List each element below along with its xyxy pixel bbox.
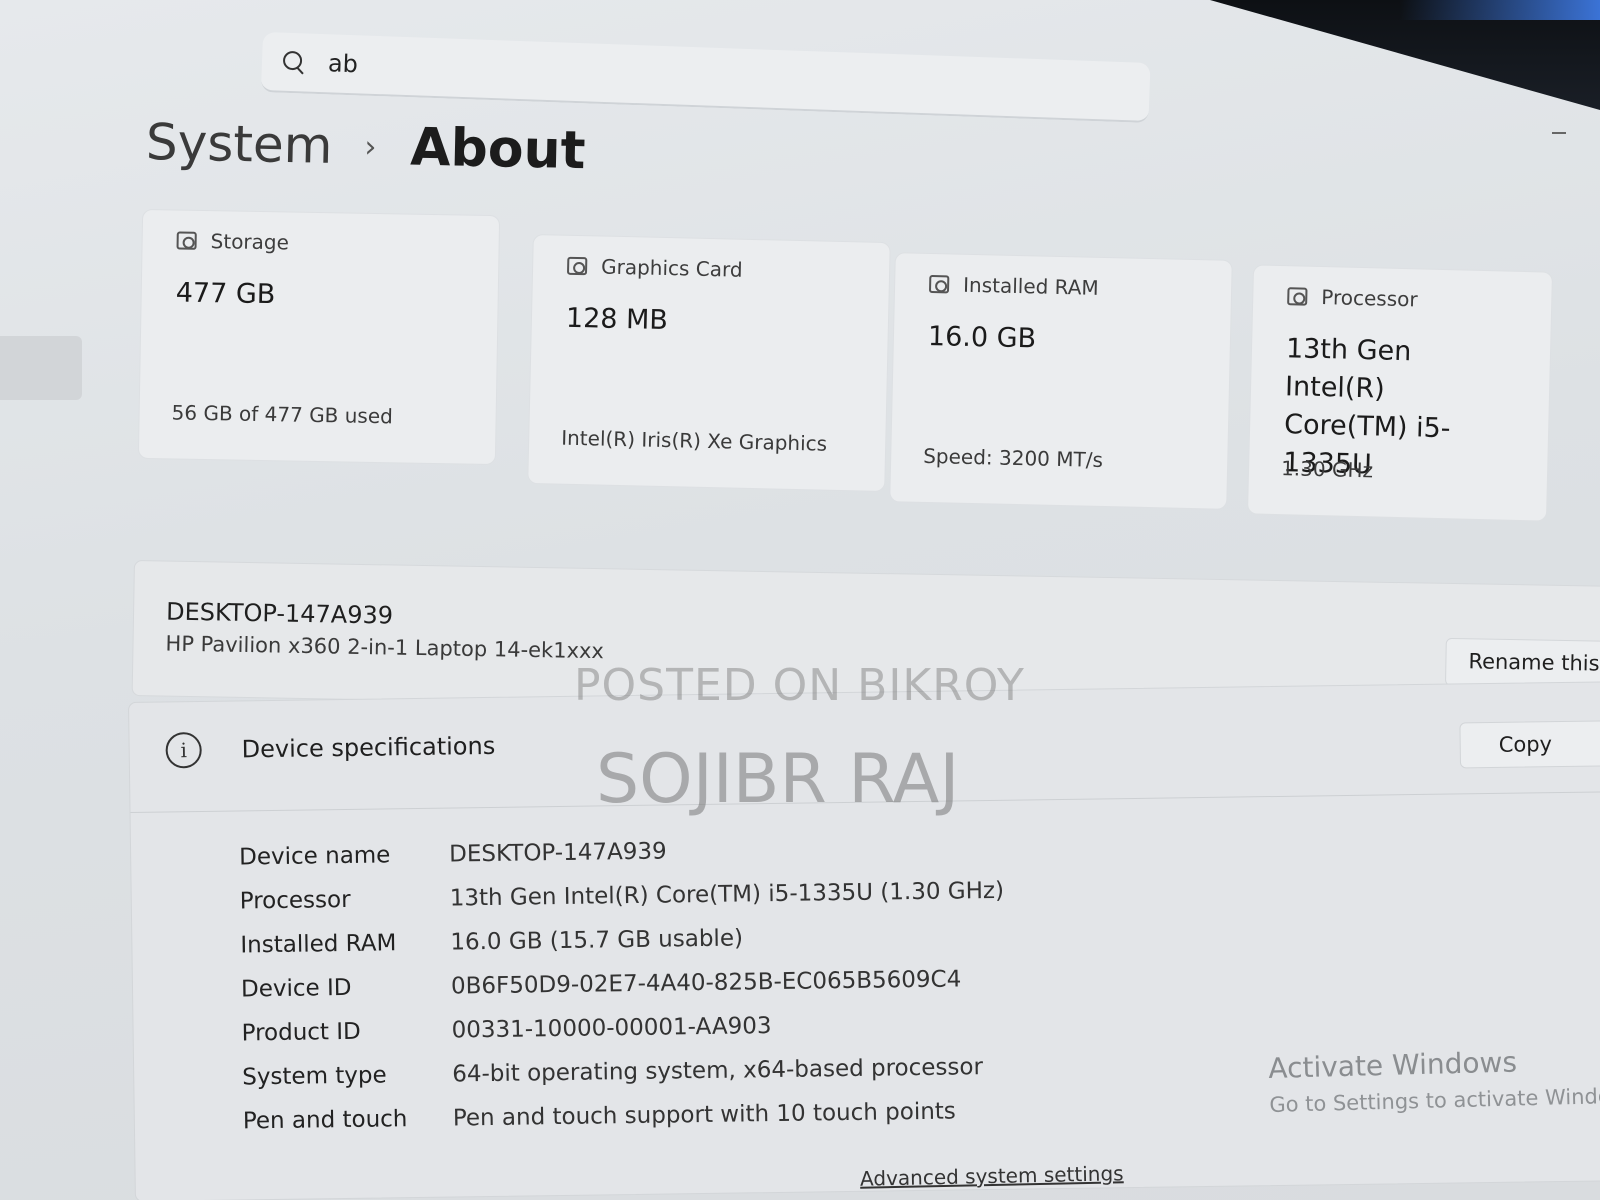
spec-value: 16.0 GB (15.7 GB usable) [450,925,744,956]
specs-list: Device name DESKTOP-147A939 Processor 13… [239,825,1007,1144]
breadcrumb: System › About [145,112,586,181]
installed-ram-value: 16.0 GB [927,320,1037,355]
device-specifications-header[interactable]: i Device specifications Copy [129,681,1600,813]
storage-value: 477 GB [175,277,276,311]
spec-value: 64-bit operating system, x64-based proce… [452,1054,984,1088]
search-input[interactable]: ab [328,49,359,78]
installed-ram-detail: Speed: 3200 MT/s [922,443,1104,472]
device-specifications-title: Device specifications [241,731,496,764]
settings-window: ab System › About Storage 477 GB 56 GB o… [0,0,1600,1200]
info-icon: i [165,731,202,769]
processor-icon [1287,287,1308,306]
device-name: DESKTOP-147A939 [165,597,394,630]
installed-ram-label: Installed RAM [962,272,1099,300]
search-box[interactable]: ab [260,32,1151,123]
storage-icon [176,231,197,250]
storage-label: Storage [210,229,290,255]
graphics-card-label: Graphics Card [600,254,743,282]
spec-value: 13th Gen Intel(R) Core(TM) i5-1335U (1.3… [449,877,1005,912]
chevron-right-icon: › [364,129,377,165]
spec-label: Product ID [241,1018,361,1047]
processor-detail: 1.30 GHz [1280,456,1374,483]
spec-label: Pen and touch [242,1106,408,1135]
storage-card[interactable]: Storage 477 GB 56 GB of 477 GB used [137,208,501,466]
spec-value: 00331-10000-00001-AA903 [451,1013,772,1044]
installed-ram-card[interactable]: Installed RAM 16.0 GB Speed: 3200 MT/s [889,252,1233,510]
storage-detail: 56 GB of 477 GB used [171,400,394,429]
device-specifications-panel: i Device specifications Copy Device name… [128,680,1600,1200]
minimize-icon[interactable] [1552,132,1566,134]
search-icon [282,50,307,75]
nav-selection-indicator[interactable] [0,336,82,400]
spec-label: Processor [239,886,351,915]
graphics-card-card[interactable]: Graphics Card 128 MB Intel(R) Iris(R) Xe… [527,233,891,493]
spec-value: 0B6F50D9-02E7-4A40-825B-EC065B5609C4 [450,966,962,1000]
processor-card[interactable]: Processor 13th Gen Intel(R) Core(TM) i5-… [1246,264,1554,522]
ram-icon [928,274,950,294]
background-glow [1400,0,1600,20]
page-title: About [409,117,587,182]
breadcrumb-system[interactable]: System [145,113,333,175]
processor-label: Processor [1321,285,1418,312]
spec-value: DESKTOP-147A939 [448,838,667,868]
graphics-card-detail: Intel(R) Iris(R) Xe Graphics [560,425,828,456]
spec-value: Pen and touch support with 10 touch poin… [452,1098,956,1132]
spec-label: System type [242,1062,387,1091]
spec-label: Installed RAM [240,930,397,959]
copy-button[interactable]: Copy [1459,720,1600,769]
spec-row: Pen and touch Pen and touch support with… [243,1089,1008,1144]
graphics-card-value: 128 MB [565,302,669,337]
activate-windows-watermark: Activate Windows Go to Settings to activ… [1268,1043,1600,1116]
spec-label: Device name [238,842,391,871]
spec-label: Device ID [240,974,352,1003]
device-model: HP Pavilion x360 2-in-1 Laptop 14-ek1xxx [165,631,605,664]
graphics-card-icon [566,256,588,276]
